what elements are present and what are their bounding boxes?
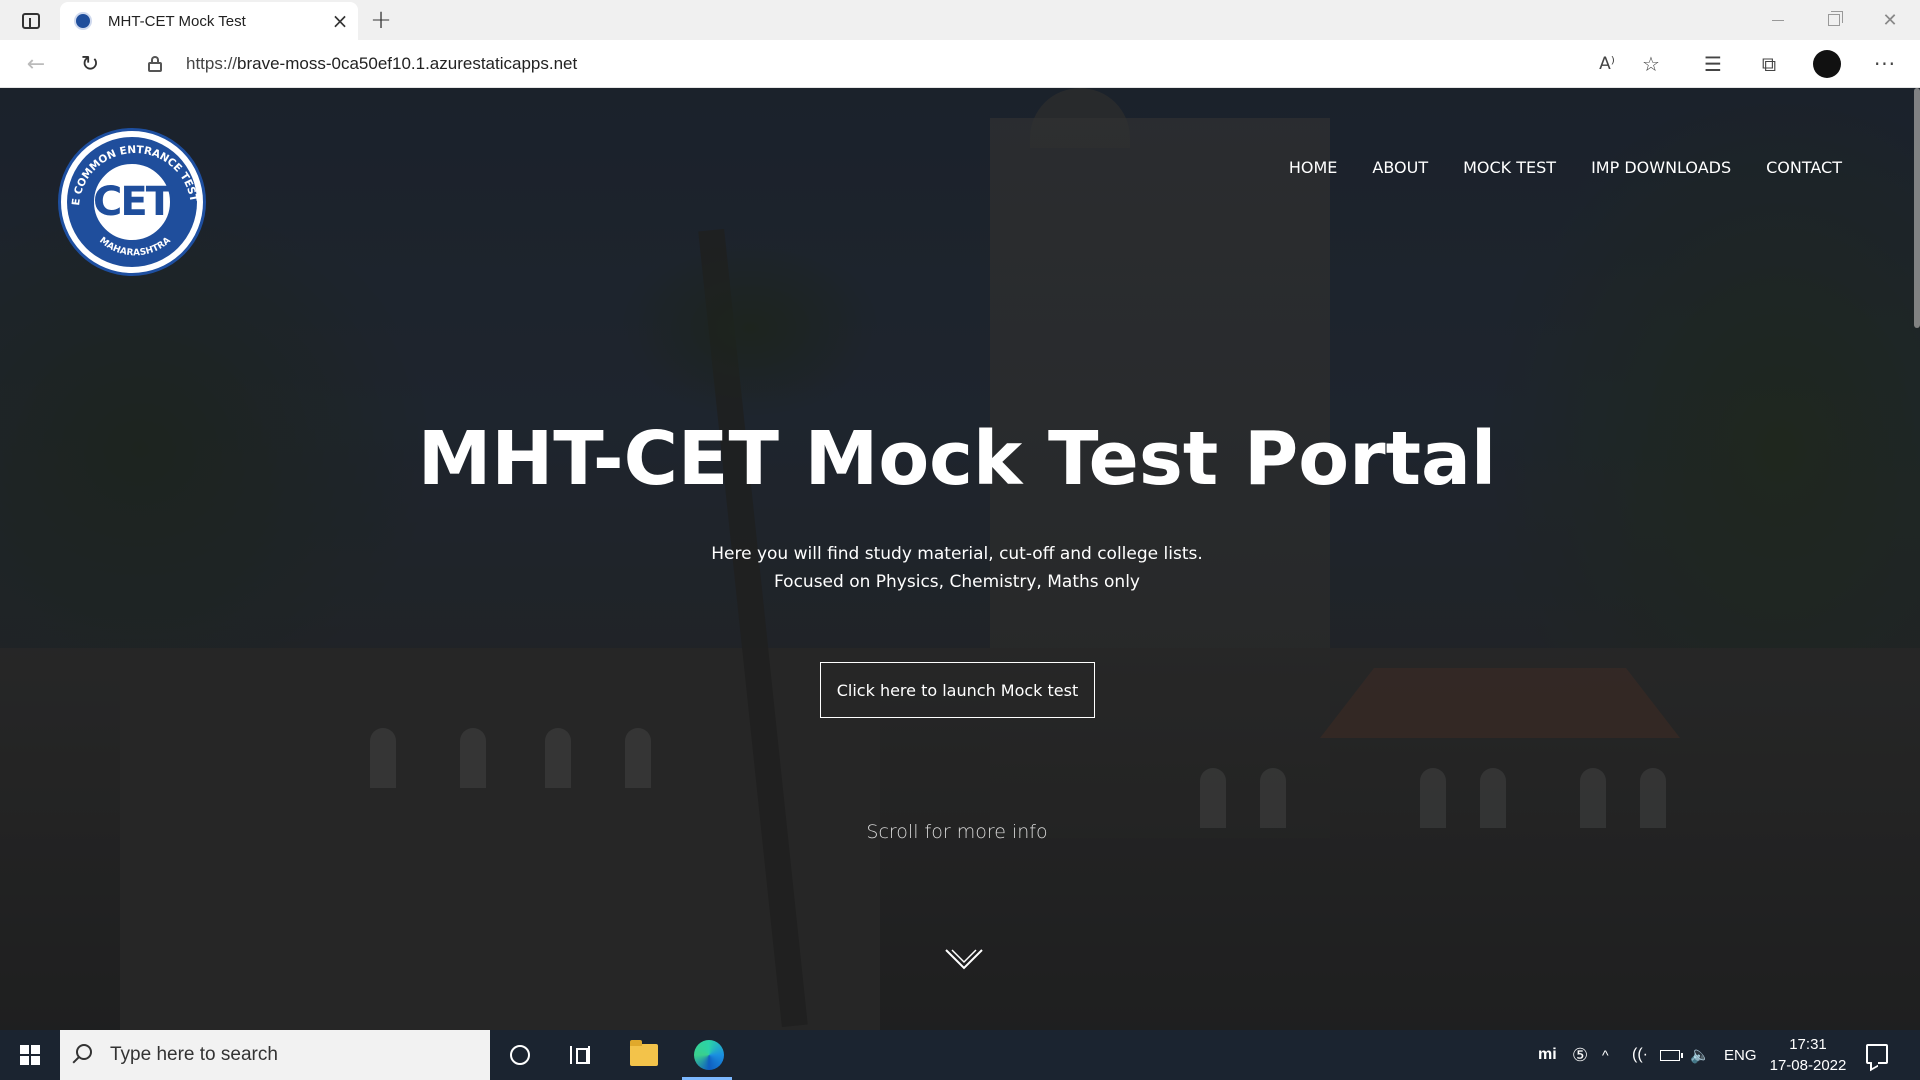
- window-restore-button[interactable]: [1806, 0, 1862, 40]
- start-button[interactable]: [10, 1040, 50, 1070]
- search-placeholder: Type here to search: [110, 1044, 278, 1065]
- chevron-down-icon[interactable]: [944, 938, 984, 978]
- task-view-button[interactable]: [560, 1038, 600, 1072]
- avatar: [1813, 50, 1841, 78]
- profile-button[interactable]: [1810, 48, 1844, 80]
- logo-mark: CET: [93, 179, 173, 225]
- task-view-icon: [570, 1046, 590, 1064]
- browser-tab-bar: MHT-CET Mock Test × + ✕: [0, 0, 1920, 40]
- folder-icon: [630, 1040, 658, 1066]
- taskbar-search[interactable]: Type here to search: [60, 1030, 490, 1080]
- language-indicator[interactable]: ENG: [1724, 1030, 1757, 1080]
- nav-about[interactable]: ABOUT: [1372, 158, 1428, 177]
- window-minimize-button[interactable]: [1750, 0, 1806, 40]
- refresh-button[interactable]: ↻: [72, 48, 108, 80]
- windows-icon: [20, 1045, 40, 1065]
- edge-taskbar-button[interactable]: [686, 1038, 732, 1072]
- clock-time: 17:31: [1789, 1036, 1827, 1053]
- favorites-icon[interactable]: ☰: [1696, 48, 1730, 80]
- cet-favicon-icon: [74, 12, 92, 30]
- site-nav: HOME ABOUT MOCK TEST IMP DOWNLOADS CONTA…: [1289, 158, 1842, 177]
- taskbar: Type here to search mi ⑤ ^ ((· 🔈 ENG 17:…: [0, 1030, 1920, 1080]
- window-close-button[interactable]: ✕: [1862, 0, 1918, 40]
- file-explorer-button[interactable]: [624, 1038, 664, 1072]
- edge-icon: [694, 1040, 724, 1070]
- tab-actions-button[interactable]: [14, 8, 48, 34]
- read-aloud-icon[interactable]: A⁾: [1590, 48, 1624, 80]
- lock-icon[interactable]: [148, 56, 162, 72]
- scroll-hint: Scroll for more info: [866, 821, 1048, 843]
- sync-tray-icon[interactable]: ⑤: [1572, 1030, 1588, 1080]
- search-icon: [76, 1044, 92, 1060]
- new-tab-button[interactable]: +: [366, 5, 396, 35]
- cet-cell-logo[interactable]: STATE COMMON ENTRANCE TEST CELL MAHARASH…: [58, 128, 206, 276]
- hero-subtitle-line1: Here you will find study material, cut-o…: [711, 544, 1203, 564]
- show-hidden-icons-icon[interactable]: ^: [1602, 1030, 1609, 1080]
- notifications-icon[interactable]: [1866, 1044, 1888, 1064]
- nav-mock-test[interactable]: MOCK TEST: [1463, 158, 1556, 177]
- back-button[interactable]: ←: [18, 48, 54, 80]
- wifi-icon[interactable]: ((·: [1632, 1030, 1648, 1080]
- battery-icon[interactable]: [1660, 1030, 1683, 1080]
- more-menu-icon[interactable]: ···: [1868, 48, 1902, 80]
- restore-icon: [1828, 11, 1843, 26]
- volume-icon[interactable]: 🔈: [1690, 1030, 1710, 1080]
- nav-imp-downloads[interactable]: IMP DOWNLOADS: [1591, 158, 1731, 177]
- browser-address-bar: ← ↻ https://brave-moss-0ca50ef10.1.azure…: [0, 40, 1920, 88]
- browser-tab-active[interactable]: MHT-CET Mock Test ×: [60, 2, 358, 40]
- tab-actions-icon: [22, 13, 40, 29]
- cortana-button[interactable]: [500, 1038, 540, 1072]
- url-host: brave-moss-0ca50ef10.1.azurestaticapps.n…: [237, 54, 578, 73]
- minimize-icon: [1772, 19, 1784, 21]
- url-field[interactable]: https://brave-moss-0ca50ef10.1.azurestat…: [126, 46, 1666, 82]
- url-scheme: https://: [186, 54, 238, 73]
- mi-tray-icon[interactable]: mi: [1538, 1030, 1557, 1080]
- hero-subtitle-line2: Focused on Physics, Chemistry, Maths onl…: [774, 572, 1140, 592]
- launch-mock-test-button[interactable]: Click here to launch Mock test: [820, 662, 1095, 718]
- cortana-icon: [510, 1045, 530, 1065]
- add-favorite-icon[interactable]: ☆: [1634, 48, 1668, 80]
- url-text[interactable]: https://brave-moss-0ca50ef10.1.azurestat…: [186, 54, 577, 74]
- page-scrollbar[interactable]: [1914, 88, 1920, 328]
- hero-title: MHT-CET Mock Test Portal: [417, 416, 1497, 502]
- collections-icon[interactable]: ⧉: [1752, 48, 1786, 80]
- web-page: STATE COMMON ENTRANCE TEST CELL MAHARASH…: [0, 88, 1920, 1030]
- nav-home[interactable]: HOME: [1289, 158, 1338, 177]
- tab-close-icon[interactable]: ×: [326, 7, 354, 35]
- clock-date: 17-08-2022: [1769, 1057, 1847, 1074]
- taskbar-clock[interactable]: 17:31 17-08-2022: [1766, 1034, 1850, 1076]
- tab-title: MHT-CET Mock Test: [108, 12, 246, 30]
- nav-contact[interactable]: CONTACT: [1766, 158, 1842, 177]
